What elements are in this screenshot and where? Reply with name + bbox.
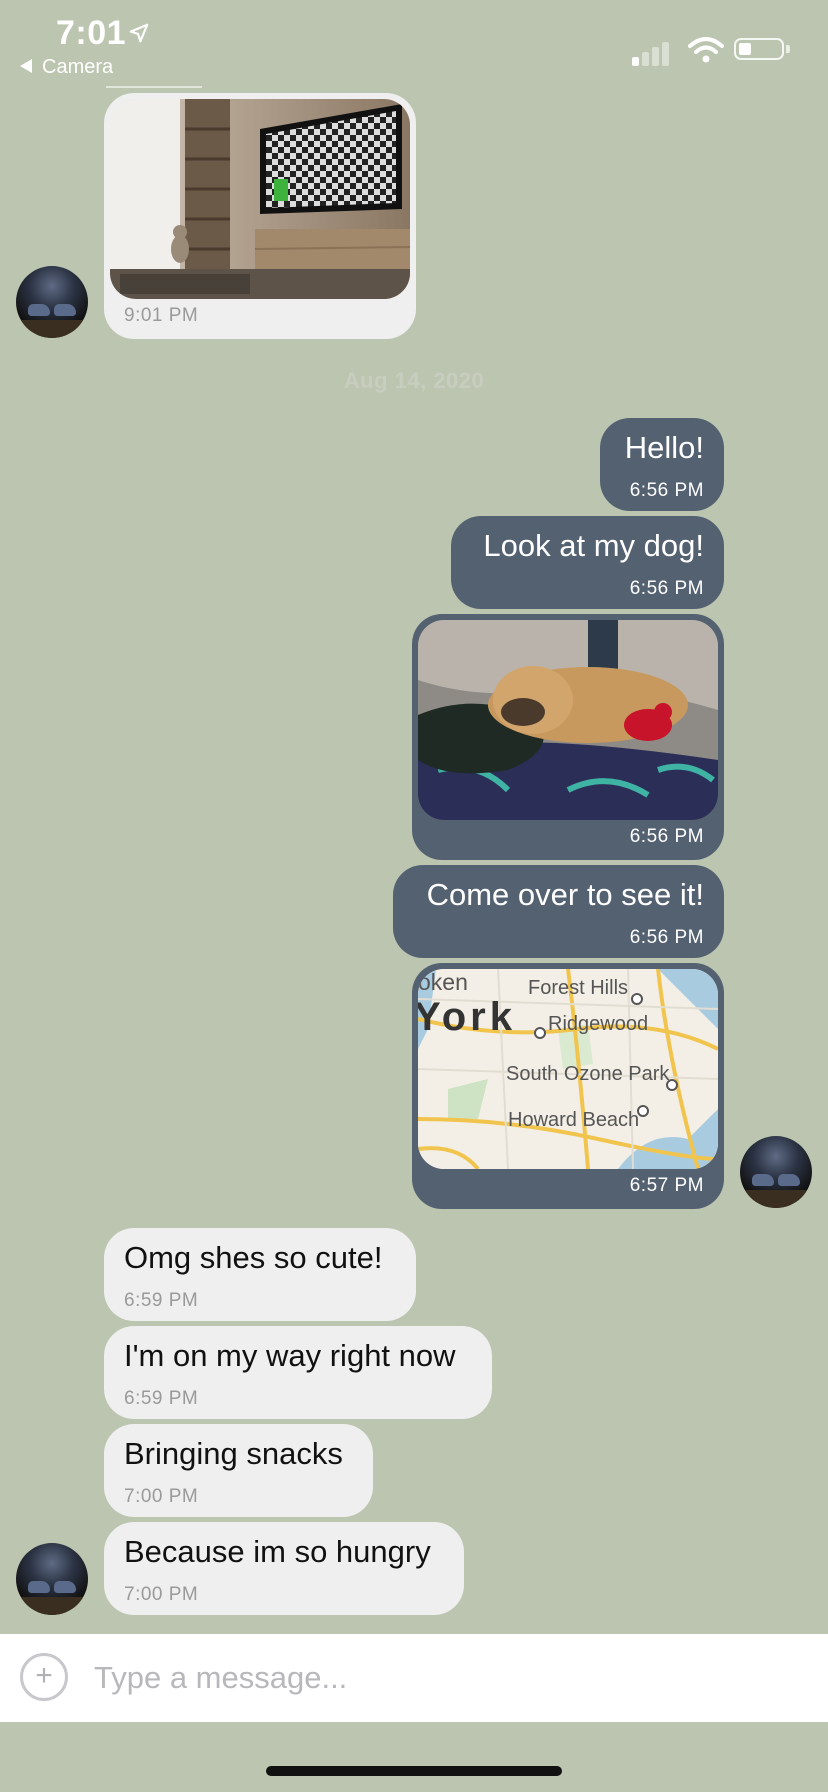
location-arrow-icon: [129, 23, 149, 43]
map-label: Forest Hills: [528, 977, 629, 999]
map-label: South Ozone Park: [506, 1063, 670, 1085]
incoming-image-bubble[interactable]: 9:01 PM: [104, 93, 416, 339]
message-timestamp: 6:57 PM: [629, 1175, 704, 1196]
outgoing-image-bubble[interactable]: 6:56 PM: [412, 614, 724, 860]
map-label: oken: [418, 969, 468, 995]
outgoing-message-bubble[interactable]: Look at my dog! 6:56 PM: [451, 516, 724, 609]
message-input[interactable]: [92, 1648, 796, 1708]
back-to-camera-link[interactable]: Camera: [20, 56, 113, 79]
scroll-top-indicator: [106, 86, 202, 88]
date-separator: Aug 14, 2020: [343, 368, 485, 393]
incoming-message-bubble[interactable]: I'm on my way right now 6:59 PM: [104, 1326, 492, 1419]
message-text: Omg shes so cute!: [124, 1240, 383, 1275]
message-timestamp: 7:00 PM: [124, 1486, 199, 1507]
message-timestamp: 9:01 PM: [124, 305, 199, 326]
dog-photo[interactable]: [418, 620, 718, 820]
status-time: 7:01: [56, 14, 127, 52]
incoming-message-bubble[interactable]: Omg shes so cute! 6:59 PM: [104, 1228, 416, 1321]
status-indicators: [608, 36, 798, 66]
outgoing-location-bubble[interactable]: oken York Forest Hills Ridgewood South O…: [412, 963, 724, 1209]
status-bar: 7:01 Camera: [0, 0, 828, 90]
message-timestamp: 6:56 PM: [629, 927, 704, 948]
map-label: York: [418, 995, 516, 1039]
message-text: Hello!: [624, 430, 704, 465]
my-avatar[interactable]: [740, 1136, 812, 1208]
battery-cap: [786, 45, 790, 53]
message-text: Look at my dog!: [483, 528, 704, 563]
home-indicator[interactable]: [266, 1766, 562, 1776]
message-timestamp: 6:59 PM: [124, 1388, 199, 1409]
message-text: I'm on my way right now: [124, 1338, 456, 1373]
message-composer: +: [0, 1634, 828, 1722]
incoming-message-bubble[interactable]: Because im so hungry 7:00 PM: [104, 1522, 464, 1615]
message-timestamp: 6:56 PM: [629, 826, 704, 847]
back-triangle-icon: [20, 58, 32, 73]
map-label: Ridgewood: [548, 1013, 649, 1035]
message-timestamp: 6:56 PM: [629, 480, 704, 501]
message-text: Come over to see it!: [426, 877, 704, 912]
outgoing-message-bubble[interactable]: Hello! 6:56 PM: [600, 418, 724, 511]
contact-avatar[interactable]: [16, 266, 88, 338]
living-room-photo[interactable]: [110, 99, 410, 299]
add-attachment-button[interactable]: +: [20, 1653, 68, 1701]
message-text: Because im so hungry: [124, 1534, 431, 1569]
message-timestamp: 6:59 PM: [124, 1290, 199, 1311]
message-timestamp: 6:56 PM: [629, 578, 704, 599]
plus-icon: +: [35, 1659, 53, 1692]
contact-avatar[interactable]: [16, 1543, 88, 1615]
message-timestamp: 7:00 PM: [124, 1584, 199, 1605]
back-label: Camera: [42, 56, 114, 78]
location-map[interactable]: oken York Forest Hills Ridgewood South O…: [418, 969, 718, 1169]
message-text: Bringing snacks: [124, 1436, 343, 1471]
outgoing-message-bubble[interactable]: Come over to see it! 6:56 PM: [393, 865, 724, 958]
battery-icon: [734, 38, 784, 60]
map-label: Howard Beach: [508, 1109, 640, 1131]
wifi-icon: [688, 37, 724, 63]
incoming-message-bubble[interactable]: Bringing snacks 7:00 PM: [104, 1424, 373, 1517]
